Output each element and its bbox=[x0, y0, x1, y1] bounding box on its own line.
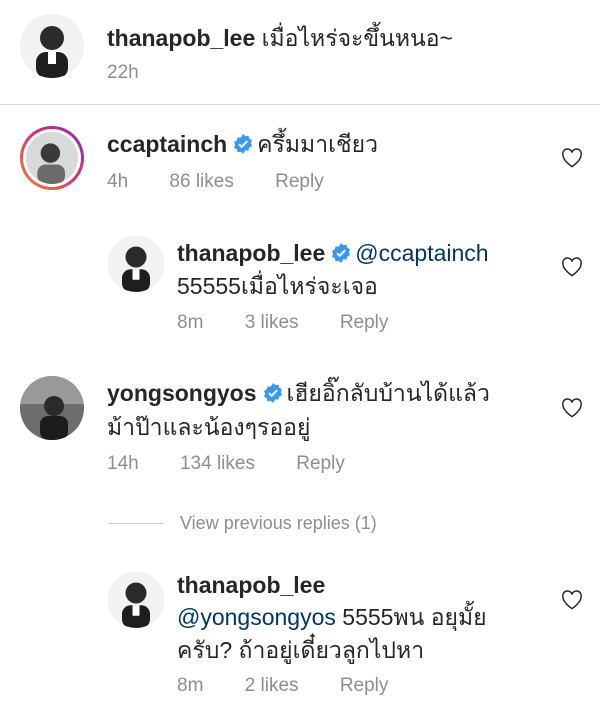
avatar[interactable] bbox=[108, 572, 164, 628]
avatar-story-ring[interactable] bbox=[20, 126, 84, 190]
comment-text: 55555เมื่อไหร่จะเจอ bbox=[177, 273, 378, 299]
likes-count[interactable]: 86 likes bbox=[169, 171, 233, 192]
heart-icon[interactable] bbox=[561, 590, 583, 610]
comment-text: ครับ? ถ้าอยู่เดี๋ยวลูกไปหา bbox=[177, 637, 425, 663]
username[interactable]: thanapob_lee bbox=[177, 240, 325, 266]
verified-badge-icon bbox=[263, 383, 282, 403]
mention-link[interactable]: @yongsongyos bbox=[177, 604, 336, 630]
caption-text: เมื่อไหร่จะขึ้นหนอ~ bbox=[261, 25, 453, 51]
likes-count[interactable]: 2 likes bbox=[245, 675, 299, 696]
post-caption: thanapob_lee เมื่อไหร่จะขึ้นหนอ~ 22h bbox=[0, 0, 600, 105]
view-previous-label: View previous replies (1) bbox=[180, 512, 377, 533]
heart-icon[interactable] bbox=[561, 398, 583, 418]
reply-button[interactable]: Reply bbox=[296, 453, 345, 474]
comment-text: ครึ้มมาเชียว bbox=[257, 131, 378, 157]
verified-badge-icon bbox=[332, 243, 351, 263]
reply-button[interactable]: Reply bbox=[275, 171, 324, 192]
comment-text: ม้าป๊าและน้องๆรออยู่ bbox=[107, 414, 311, 440]
timestamp: 14h bbox=[107, 453, 139, 474]
heart-icon[interactable] bbox=[561, 148, 583, 168]
avatar[interactable] bbox=[108, 236, 164, 292]
reply-button[interactable]: Reply bbox=[340, 312, 389, 333]
heart-icon[interactable] bbox=[561, 257, 583, 277]
likes-count[interactable]: 3 likes bbox=[245, 312, 299, 333]
username[interactable]: thanapob_lee bbox=[177, 572, 325, 598]
username[interactable]: thanapob_lee bbox=[107, 25, 255, 51]
reply-button[interactable]: Reply bbox=[340, 675, 389, 696]
divider bbox=[108, 522, 164, 524]
avatar[interactable] bbox=[20, 376, 84, 440]
username[interactable]: ccaptainch bbox=[107, 131, 227, 157]
timestamp: 22h bbox=[107, 62, 139, 83]
comment-text: เฮียอิ๊กลับบ้านได้แล้ว bbox=[286, 380, 490, 406]
mention-link[interactable]: @ccaptainch bbox=[355, 240, 488, 266]
comment-text: 5555พน อยุมั้ย bbox=[335, 604, 487, 630]
timestamp: 8m bbox=[177, 675, 204, 696]
timestamp: 8m bbox=[177, 312, 204, 333]
avatar bbox=[26, 132, 78, 184]
verified-badge-icon bbox=[234, 134, 253, 154]
timestamp: 4h bbox=[107, 171, 129, 192]
view-previous-replies-button[interactable]: View previous replies (1) bbox=[108, 510, 377, 536]
username[interactable]: yongsongyos bbox=[107, 380, 257, 406]
likes-count[interactable]: 134 likes bbox=[180, 453, 255, 474]
avatar[interactable] bbox=[20, 14, 84, 78]
